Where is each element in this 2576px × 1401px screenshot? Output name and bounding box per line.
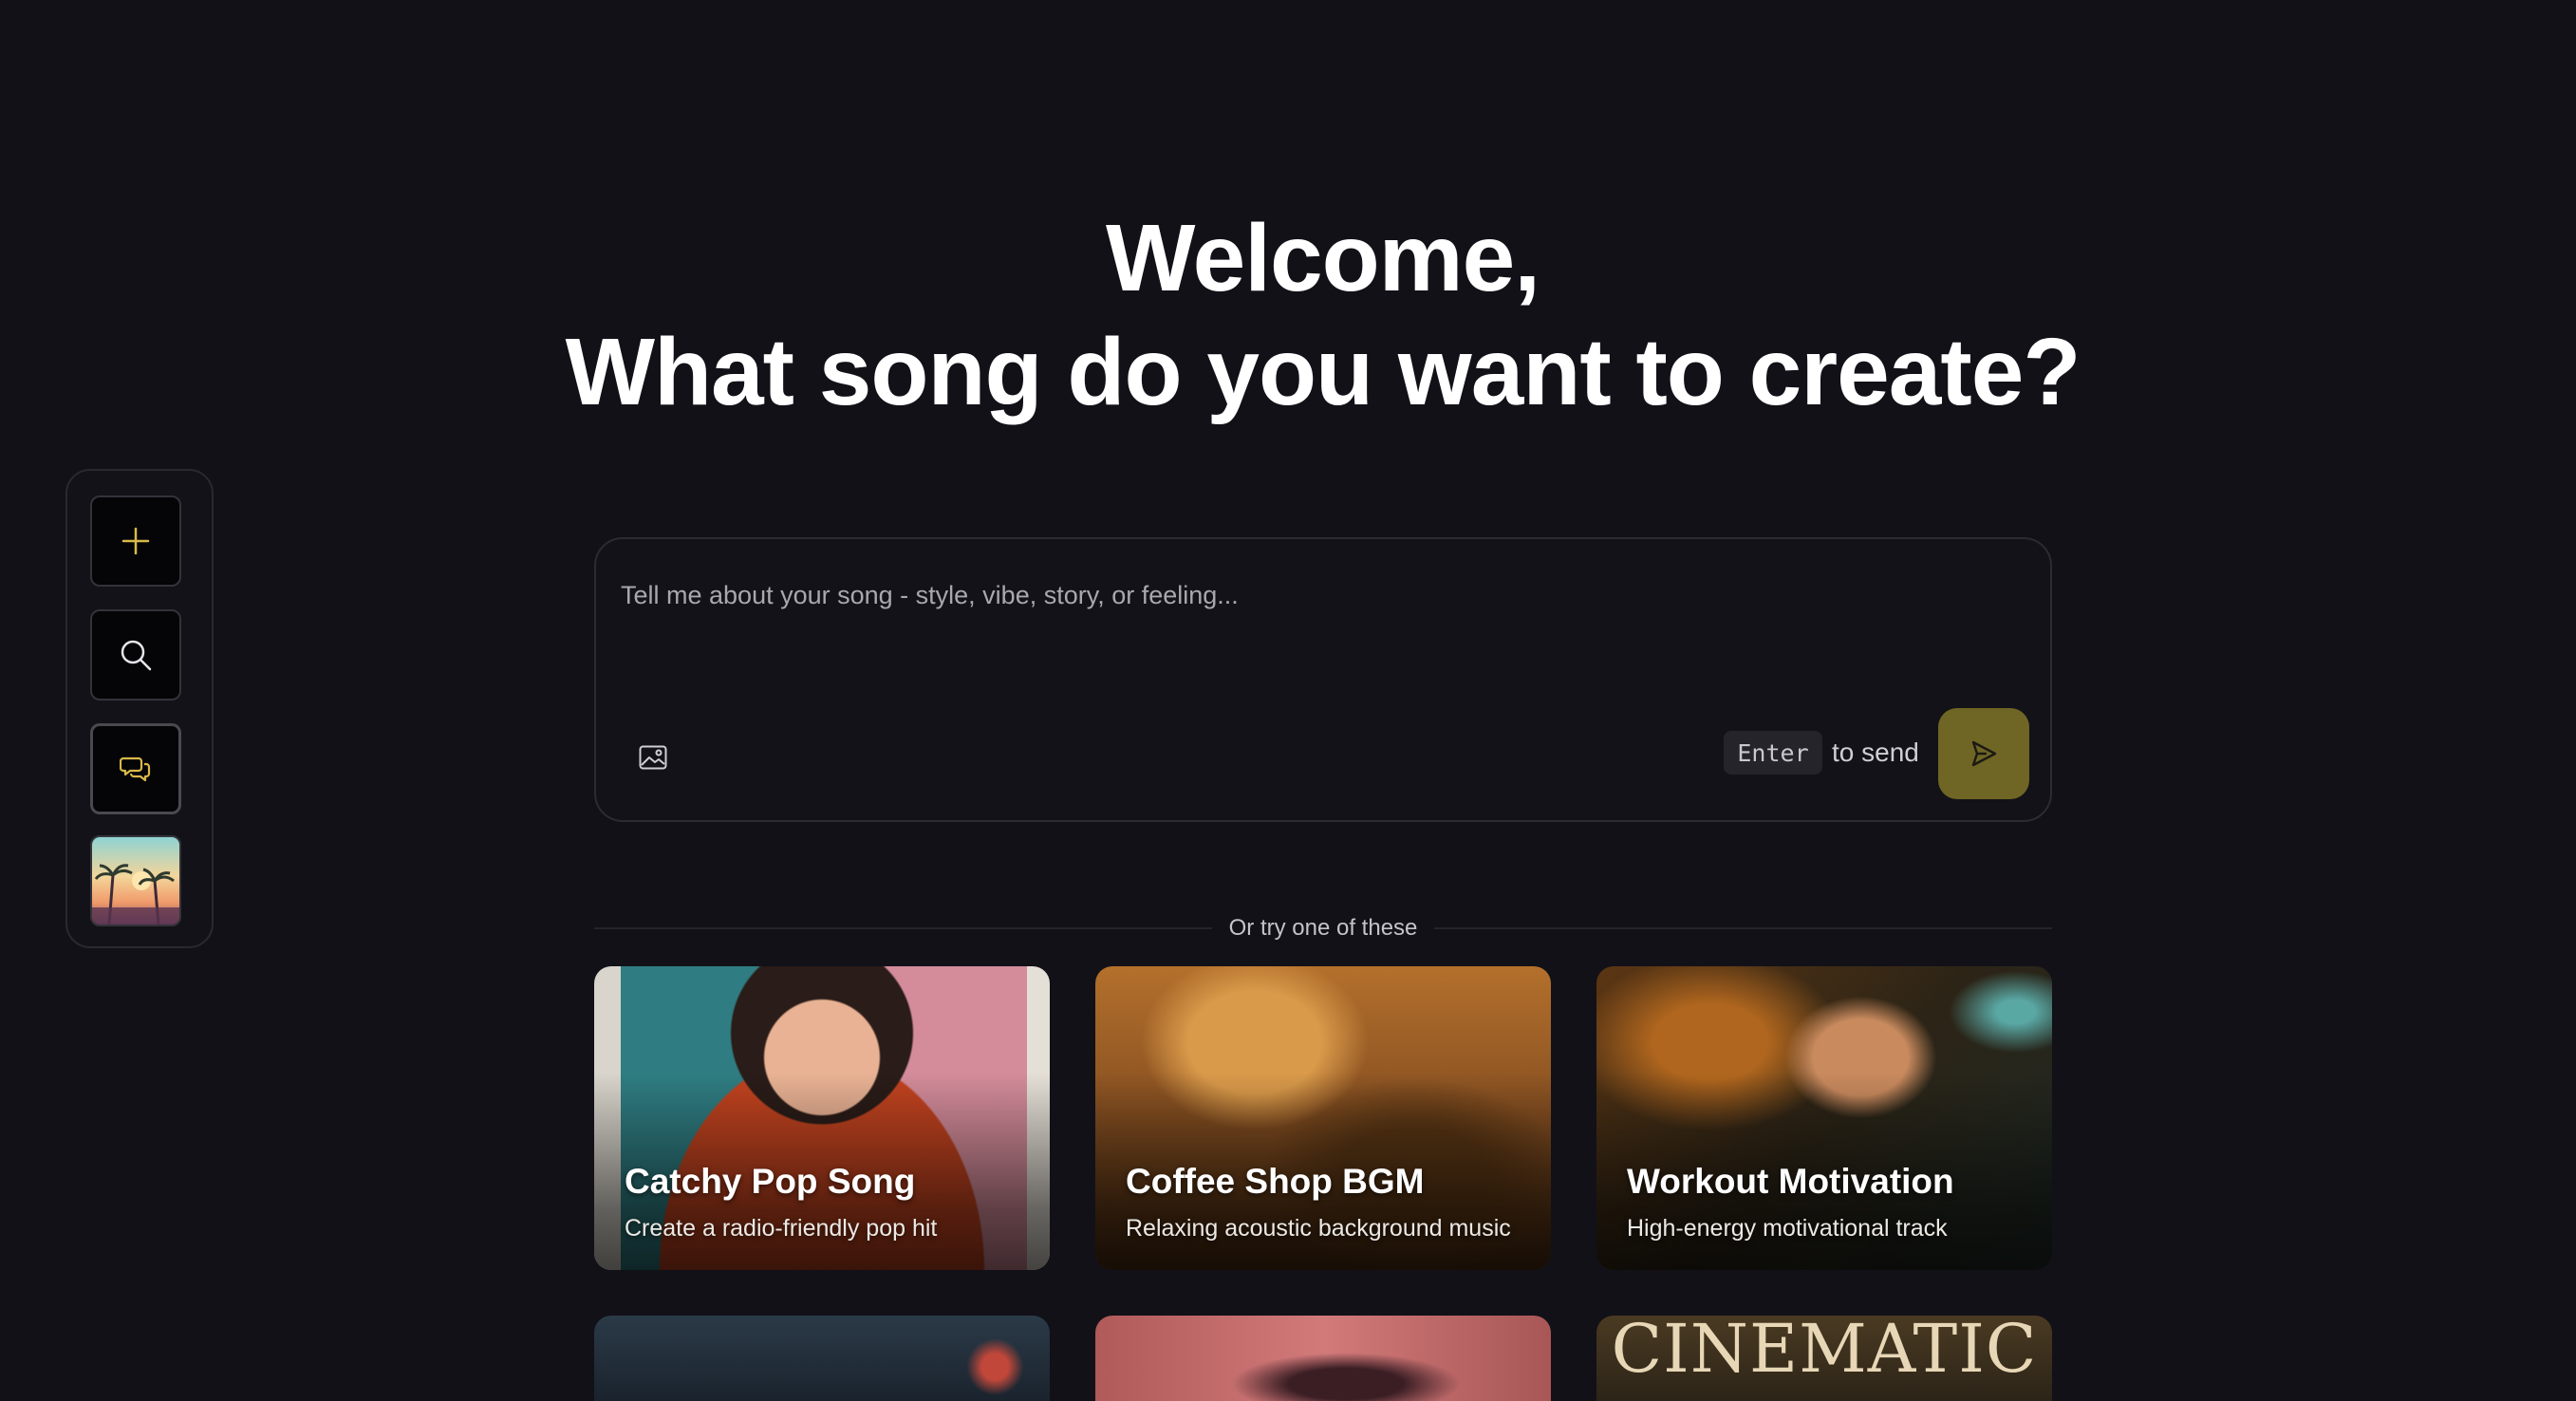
suggestion-card-rainy[interactable]: [594, 1316, 1050, 1401]
card-image: [1095, 1316, 1551, 1401]
card-title: Catchy Pop Song: [625, 1162, 916, 1201]
suggestion-card-romantic[interactable]: [1095, 1316, 1551, 1401]
chats-button[interactable]: [90, 723, 181, 814]
card-image: [594, 1316, 1050, 1401]
suggestion-card-catchy-pop[interactable]: Catchy Pop Song Create a radio-friendly …: [594, 966, 1050, 1270]
tropical-sunset-thumbnail: [92, 837, 179, 925]
recent-song-thumbnail[interactable]: [90, 835, 181, 926]
suggestions-divider: Or try one of these: [594, 911, 2053, 945]
send-icon: [1971, 740, 1997, 767]
divider-line: [1434, 927, 2053, 929]
enter-key-hint: Enter: [1724, 731, 1822, 775]
image-icon: [639, 745, 667, 770]
welcome-heading: Welcome, What song do you want to create…: [0, 201, 2576, 429]
suggestion-card-workout[interactable]: Workout Motivation High-energy motivatio…: [1596, 966, 2052, 1270]
suggestion-card-coffee-shop[interactable]: Coffee Shop BGM Relaxing acoustic backgr…: [1095, 966, 1551, 1270]
card-subtitle: Relaxing acoustic background music: [1126, 1215, 1511, 1242]
suggestion-card-cinematic[interactable]: CINEMATIC: [1596, 1316, 2052, 1401]
send-hint-text: to send: [1832, 738, 1919, 767]
card-title: CINEMATIC: [1611, 1316, 2038, 1388]
card-subtitle: High-energy motivational track: [1627, 1215, 1948, 1242]
new-song-button[interactable]: [90, 495, 181, 587]
welcome-line: Welcome,: [1106, 205, 1540, 311]
plus-icon: [121, 527, 150, 555]
song-prompt-input[interactable]: [619, 566, 1951, 625]
sidebar: [65, 469, 214, 948]
divider-line: [594, 927, 1212, 929]
prompt-question: What song do you want to create?: [565, 319, 2081, 425]
suggestions-label: Or try one of these: [1228, 915, 1418, 941]
card-title: Coffee Shop BGM: [1126, 1162, 1425, 1201]
search-button[interactable]: [90, 609, 181, 700]
send-button[interactable]: [1938, 708, 2029, 799]
search-icon: [121, 640, 152, 671]
card-title: Workout Motivation: [1627, 1162, 1954, 1201]
chat-bubbles-icon: [120, 757, 151, 782]
card-subtitle: Create a radio-friendly pop hit: [625, 1215, 938, 1242]
attach-image-button[interactable]: [632, 737, 674, 778]
song-prompt-composer: Enter to send: [594, 537, 2052, 822]
